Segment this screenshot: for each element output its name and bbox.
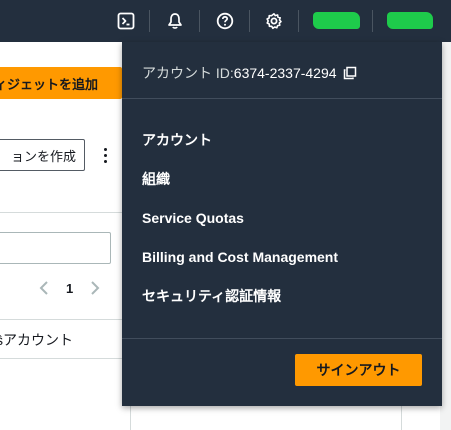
notifications-icon[interactable] — [165, 11, 185, 31]
add-widget-button[interactable]: ィジェットを追加 — [0, 67, 122, 99]
cloudshell-icon[interactable] — [116, 11, 136, 31]
chevron-right-icon[interactable] — [89, 280, 101, 296]
account-id-label: アカウント ID: — [142, 65, 234, 81]
page-number[interactable]: 1 — [66, 281, 73, 296]
menu-item-security-credentials[interactable]: セキュリティ認証情報 — [142, 285, 281, 307]
nav-separator — [298, 10, 299, 32]
nav-separator — [199, 10, 200, 32]
content-panel — [130, 404, 402, 430]
table-header-bottom-border — [0, 358, 122, 359]
region-selector[interactable] — [313, 12, 360, 29]
menu-divider — [122, 338, 442, 339]
menu-item-billing[interactable]: Billing and Cost Management — [142, 246, 338, 268]
column-header-account: ŝアカウント — [0, 332, 73, 348]
help-icon[interactable] — [215, 11, 235, 31]
nav-separator — [149, 10, 150, 32]
settings-icon[interactable] — [264, 11, 284, 31]
nav-separator — [249, 10, 250, 32]
sign-out-button[interactable]: サインアウト — [295, 354, 422, 386]
table-header-top-border — [0, 319, 122, 320]
menu-item-account[interactable]: アカウント — [142, 129, 212, 151]
chevron-left-icon[interactable] — [38, 280, 50, 296]
account-id-value: 6374-2337-4294 — [233, 65, 337, 81]
nav-separator — [372, 10, 373, 32]
account-id-row: アカウント ID: 6374-2337-4294 — [142, 62, 357, 84]
account-menu-button[interactable] — [387, 12, 433, 29]
create-label: ョンを作成 — [10, 148, 76, 164]
menu-item-organization[interactable]: 組織 — [142, 168, 170, 190]
create-button[interactable]: ョンを作成 — [0, 139, 85, 171]
section-divider — [0, 212, 122, 213]
search-input[interactable] — [0, 232, 111, 264]
menu-divider — [122, 98, 442, 99]
account-dropdown-menu: アカウント ID: 6374-2337-4294 アカウント 組織 Servic… — [122, 42, 442, 406]
copy-icon[interactable] — [343, 66, 357, 80]
menu-item-service-quotas[interactable]: Service Quotas — [142, 207, 244, 229]
more-actions-icon[interactable] — [100, 143, 110, 167]
add-widget-label: ィジェットを追加 — [0, 76, 99, 92]
top-navigation-bar — [0, 0, 451, 42]
pagination: 1 — [38, 278, 101, 298]
